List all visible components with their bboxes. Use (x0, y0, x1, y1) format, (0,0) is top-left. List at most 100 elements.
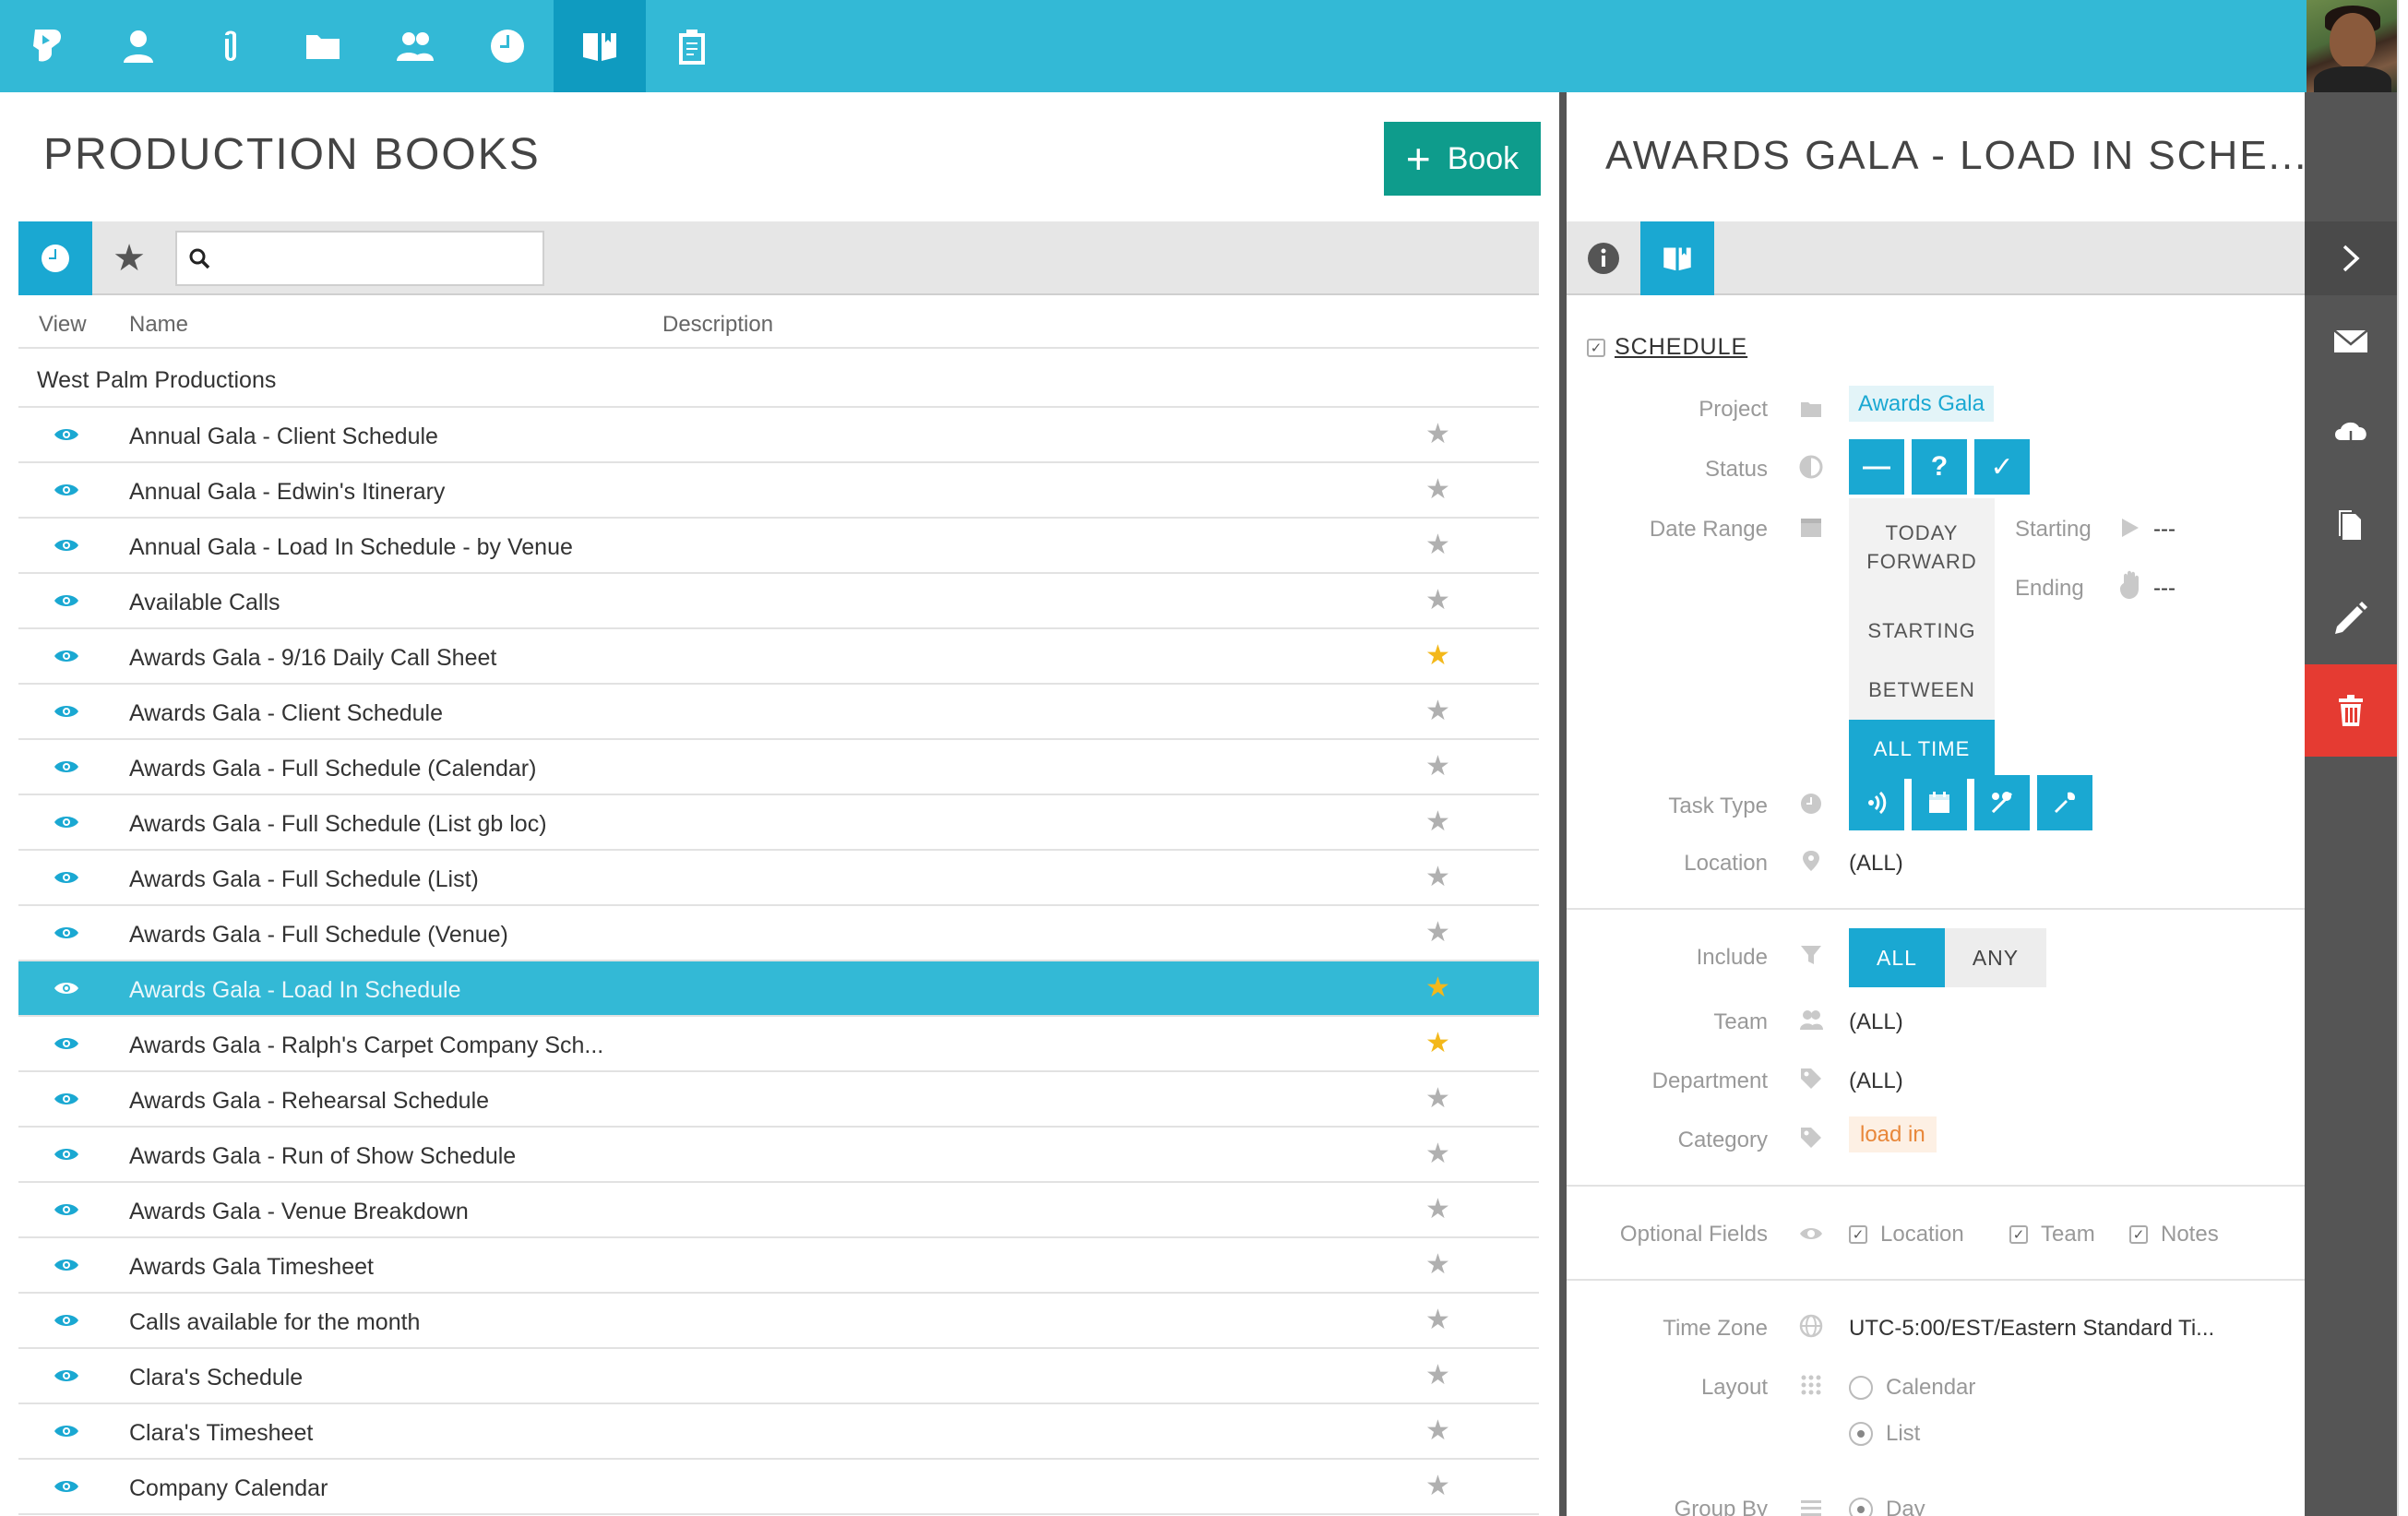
table-row[interactable]: Annual Gala - Edwin's Itinerary ★ (18, 463, 1539, 519)
status-pending-button[interactable]: ? (1912, 439, 1967, 495)
star-icon[interactable]: ★ (1425, 1138, 1450, 1170)
team-icon[interactable] (369, 0, 461, 92)
table-row[interactable]: Awards Gala - Full Schedule (Venue) ★ (18, 906, 1539, 961)
location-value[interactable]: (ALL) (1849, 851, 1903, 877)
layout-calendar-radio[interactable] (1849, 1376, 1873, 1400)
eye-icon[interactable] (54, 758, 79, 775)
table-row[interactable]: Awards Gala - Ralph's Carpet Company Sch… (18, 1017, 1539, 1072)
department-value[interactable]: (ALL) (1849, 1068, 1903, 1094)
column-name[interactable]: Name (129, 312, 188, 338)
table-row[interactable]: Annual Gala - Client Schedule ★ (18, 408, 1539, 463)
star-icon[interactable]: ★ (1425, 473, 1450, 506)
column-view[interactable]: View (39, 312, 87, 338)
user-icon[interactable] (92, 0, 185, 92)
table-row[interactable]: Awards Gala - Run of Show Schedule ★ (18, 1128, 1539, 1183)
table-row[interactable]: Available Calls ★ (18, 574, 1539, 629)
date-range-between[interactable]: BETWEEN (1849, 661, 1995, 720)
star-icon[interactable]: ★ (1425, 639, 1450, 672)
schedule-checkbox[interactable]: ✓ (1587, 338, 1605, 357)
star-icon[interactable]: ★ (1425, 1415, 1450, 1447)
star-icon[interactable]: ★ (1425, 1304, 1450, 1336)
include-any-button[interactable]: ANY (1945, 928, 2046, 987)
schedule-label[interactable]: SCHEDULE (1615, 334, 1747, 361)
eye-icon[interactable] (54, 426, 79, 443)
task-type-wrench-button[interactable] (2037, 775, 2092, 830)
star-icon[interactable]: ★ (1425, 1248, 1450, 1281)
eye-icon[interactable] (54, 1312, 79, 1329)
layout-list-option[interactable]: List (1849, 1421, 1920, 1447)
optional-field-location[interactable]: ✓ Location (1849, 1222, 1964, 1247)
panel-divider[interactable] (1559, 92, 1567, 1516)
eye-icon[interactable] (54, 592, 79, 609)
schedule-section-toggle[interactable]: ✓ SCHEDULE (1587, 334, 1747, 361)
table-row[interactable]: Company Calendar ★ (18, 1460, 1539, 1515)
clipboard-icon[interactable] (646, 0, 738, 92)
eye-icon[interactable] (54, 1367, 79, 1384)
eye-icon[interactable] (54, 980, 79, 997)
eye-icon[interactable] (54, 814, 79, 830)
star-icon[interactable]: ★ (1425, 806, 1450, 838)
recent-filter-button[interactable] (18, 221, 92, 295)
table-row[interactable]: Awards Gala - Venue Breakdown ★ (18, 1183, 1539, 1238)
table-row[interactable]: Awards Gala - Load In Schedule ★ (18, 961, 1539, 1017)
star-icon[interactable]: ★ (1425, 861, 1450, 893)
table-row[interactable]: Awards Gala Timesheet ★ (18, 1238, 1539, 1294)
star-icon[interactable]: ★ (1425, 695, 1450, 727)
table-row[interactable]: Clara's Timesheet ★ (18, 1404, 1539, 1460)
group-by-day-option[interactable]: Day (1849, 1497, 1925, 1516)
task-type-signal-button[interactable] (1849, 775, 1904, 830)
eye-icon[interactable] (54, 1478, 79, 1495)
eye-icon[interactable] (54, 482, 79, 498)
star-icon[interactable]: ★ (1425, 529, 1450, 561)
optional-field-notes[interactable]: ✓ Notes (2129, 1222, 2219, 1247)
ending-value[interactable]: --- (2153, 576, 2176, 602)
table-row[interactable]: Awards Gala - Rehearsal Schedule ★ (18, 1072, 1539, 1128)
eye-icon[interactable] (54, 537, 79, 554)
table-row[interactable]: Annual Gala - Load In Schedule - by Venu… (18, 519, 1539, 574)
date-range-today-forward[interactable]: TODAY FORWARD (1849, 498, 1995, 602)
layout-list-radio[interactable] (1849, 1422, 1873, 1446)
star-icon[interactable]: ★ (1425, 916, 1450, 949)
table-row[interactable]: Clara's Schedule ★ (18, 1349, 1539, 1404)
eye-icon[interactable] (54, 1035, 79, 1052)
collapse-panel-button[interactable] (2305, 221, 2397, 295)
date-range-all-time[interactable]: ALL TIME (1849, 720, 1995, 779)
eye-icon[interactable] (54, 1201, 79, 1218)
tab-info[interactable] (1567, 221, 1640, 295)
folder-icon[interactable] (277, 0, 369, 92)
include-all-button[interactable]: ALL (1849, 928, 1945, 987)
table-row[interactable]: Awards Gala - Full Schedule (List gb loc… (18, 795, 1539, 851)
duplicate-button[interactable] (2305, 480, 2397, 572)
logo-icon[interactable] (0, 0, 92, 92)
eye-icon[interactable] (54, 1423, 79, 1439)
table-row[interactable]: Awards Gala - Client Schedule ★ (18, 685, 1539, 740)
table-row[interactable]: Awards Gala - 9/16 Daily Call Sheet ★ (18, 629, 1539, 685)
eye-icon[interactable] (54, 703, 79, 720)
eye-icon[interactable] (54, 1257, 79, 1273)
paperclip-icon[interactable] (185, 0, 277, 92)
star-icon[interactable]: ★ (1425, 1193, 1450, 1225)
project-value[interactable]: Awards Gala (1849, 386, 1994, 422)
eye-icon[interactable] (54, 925, 79, 941)
team-value[interactable]: (ALL) (1849, 1009, 1903, 1035)
search-input[interactable] (220, 235, 542, 281)
eye-icon[interactable] (54, 869, 79, 886)
edit-button[interactable] (2305, 572, 2397, 664)
layout-calendar-option[interactable]: Calendar (1849, 1375, 1975, 1401)
avatar[interactable] (2307, 0, 2399, 92)
location-checkbox[interactable]: ✓ (1849, 1225, 1867, 1244)
star-icon[interactable]: ★ (1425, 418, 1450, 450)
download-button[interactable] (2305, 388, 2397, 480)
starting-value[interactable]: --- (2153, 517, 2176, 543)
table-row[interactable]: Awards Gala - Full Schedule (List) ★ (18, 851, 1539, 906)
table-row[interactable]: Calls available for the month ★ (18, 1294, 1539, 1349)
star-icon[interactable]: ★ (1425, 1359, 1450, 1391)
star-icon[interactable]: ★ (1425, 1470, 1450, 1502)
task-type-tools-button[interactable] (1974, 775, 2030, 830)
add-book-button[interactable]: + Book (1384, 122, 1541, 196)
task-type-calendar-button[interactable] (1912, 775, 1967, 830)
eye-icon[interactable] (54, 648, 79, 664)
star-icon[interactable]: ★ (1425, 1027, 1450, 1059)
table-row[interactable]: Awards Gala - Full Schedule (Calendar) ★ (18, 740, 1539, 795)
star-icon[interactable]: ★ (1425, 972, 1450, 1004)
